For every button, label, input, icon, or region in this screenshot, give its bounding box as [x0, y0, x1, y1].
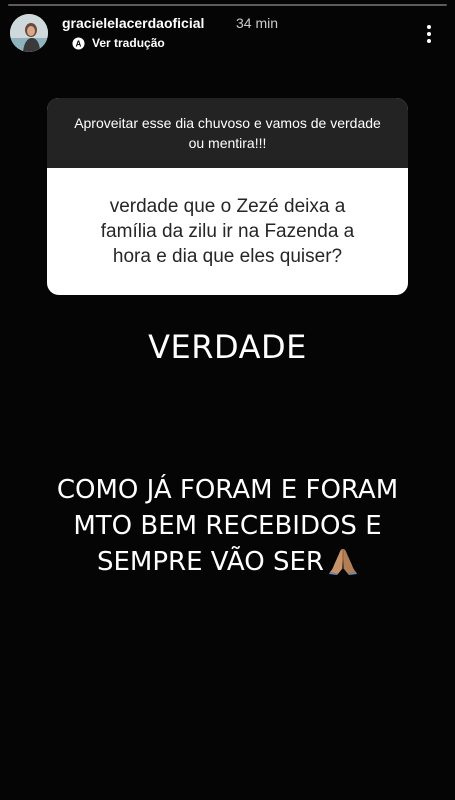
question-sticker-body: verdade que o Zezé deixa a família da zi… — [47, 168, 408, 295]
avatar[interactable] — [10, 14, 48, 52]
username[interactable]: gracielelacerdaoficial — [62, 15, 204, 31]
story-header: gracielelacerdaoficial 34 min A Ver trad… — [10, 14, 445, 54]
story-progress-bar — [8, 4, 447, 6]
question-sticker-header: Aproveitar esse dia chuvoso e vamos de v… — [47, 98, 408, 168]
question-answer: verdade que o Zezé deixa a família da zi… — [100, 196, 355, 267]
reply-text-block: COMO JÁ FORAM E FORAM MTO BEM RECEBIDOS … — [20, 472, 435, 580]
avatar-image — [10, 14, 48, 52]
svg-text:A: A — [76, 39, 82, 48]
translate-icon: A — [72, 37, 85, 50]
more-vertical-icon — [427, 25, 431, 43]
post-time: 34 min — [236, 15, 279, 31]
reply-title: VERDADE — [148, 328, 307, 366]
question-sticker: Aproveitar esse dia chuvoso e vamos de v… — [47, 98, 408, 295]
question-prompt: Aproveitar esse dia chuvoso e vamos de v… — [74, 115, 381, 151]
story-screen[interactable]: gracielelacerdaoficial 34 min A Ver trad… — [0, 0, 455, 800]
more-options-button[interactable] — [419, 22, 439, 46]
folded-hands-icon — [328, 549, 357, 575]
translate-label: Ver tradução — [92, 36, 165, 50]
